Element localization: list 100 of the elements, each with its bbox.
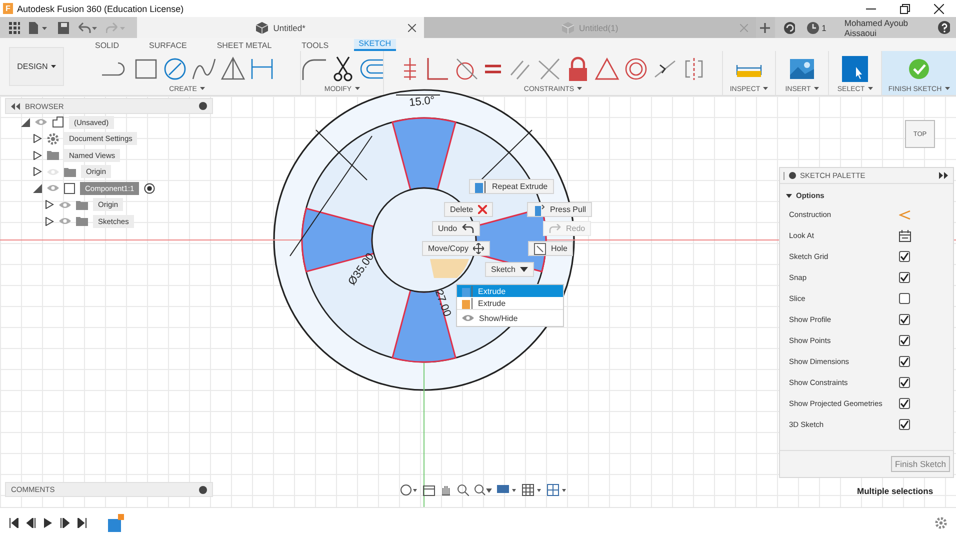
zoom-icon[interactable] bbox=[457, 484, 469, 496]
checkbox[interactable] bbox=[899, 398, 910, 409]
menu-command[interactable]: Delete bbox=[444, 202, 494, 217]
component-icon bbox=[64, 182, 75, 194]
menu-command[interactable]: Move/Copy bbox=[422, 241, 490, 256]
move-icon bbox=[473, 243, 484, 254]
job-status-icon[interactable] bbox=[784, 22, 796, 34]
checkbox[interactable] bbox=[899, 272, 910, 283]
extrude-icon bbox=[462, 286, 473, 296]
checkbox[interactable] bbox=[899, 314, 910, 325]
active-radio-icon[interactable] bbox=[144, 182, 156, 194]
status-text: Multiple selections bbox=[857, 486, 934, 496]
sketch-feature-icon[interactable] bbox=[108, 514, 124, 532]
cube-icon bbox=[255, 22, 270, 34]
expand-icon[interactable] bbox=[939, 172, 948, 179]
press-pull-icon bbox=[533, 204, 545, 216]
menu-item[interactable]: Extrude bbox=[457, 297, 563, 309]
ribbon-tab[interactable]: SHEET METAL bbox=[212, 40, 277, 51]
gear-icon bbox=[47, 132, 59, 145]
expand-toggle-icon[interactable] bbox=[45, 200, 54, 210]
settings-icon[interactable] bbox=[935, 516, 947, 528]
help-icon[interactable] bbox=[938, 21, 950, 34]
file-icon[interactable] bbox=[29, 22, 49, 34]
pin-icon[interactable] bbox=[789, 172, 796, 179]
step-forward-icon[interactable] bbox=[60, 518, 70, 528]
caret-icon bbox=[520, 267, 528, 272]
menu-command[interactable]: Repeat Extrude bbox=[469, 179, 554, 194]
pin-icon[interactable] bbox=[199, 486, 207, 494]
checkbox[interactable] bbox=[899, 293, 910, 304]
checkbox[interactable] bbox=[899, 377, 910, 388]
caret-icon bbox=[786, 194, 792, 198]
menu-item[interactable]: Extrude bbox=[457, 285, 563, 297]
pin-icon[interactable] bbox=[199, 102, 207, 110]
new-tab-button[interactable] bbox=[756, 17, 775, 38]
caret-icon bbox=[763, 87, 768, 90]
grid-settings-icon[interactable] bbox=[522, 484, 542, 496]
caret-icon bbox=[200, 87, 205, 90]
viewports-icon[interactable] bbox=[547, 484, 567, 496]
checkbox[interactable] bbox=[899, 419, 910, 430]
document-icon bbox=[52, 116, 64, 128]
expand-toggle-icon[interactable] bbox=[33, 134, 42, 144]
menu-item[interactable]: Show/Hide bbox=[457, 309, 563, 326]
plus-icon bbox=[760, 22, 770, 32]
select-icon[interactable] bbox=[841, 54, 869, 83]
orbit-icon[interactable] bbox=[400, 484, 418, 496]
clock-icon[interactable] bbox=[807, 22, 819, 34]
profile-region[interactable] bbox=[392, 289, 456, 363]
menu-command[interactable]: Press Pull bbox=[527, 202, 592, 217]
redo-arrow-icon bbox=[549, 224, 561, 234]
skip-to-end-icon[interactable] bbox=[77, 518, 87, 528]
save-icon[interactable] bbox=[58, 22, 69, 34]
look-at-icon[interactable] bbox=[423, 484, 435, 496]
folder-icon bbox=[76, 200, 88, 210]
caret-icon bbox=[50, 65, 56, 68]
calendar-icon[interactable] bbox=[899, 230, 911, 242]
display-settings-icon[interactable] bbox=[497, 484, 517, 496]
caret-icon bbox=[944, 87, 950, 90]
expand-toggle-icon[interactable] bbox=[33, 150, 42, 160]
document-tab[interactable]: Untitled* bbox=[137, 17, 424, 38]
expand-toggle-icon[interactable] bbox=[33, 184, 42, 193]
extrude-icon bbox=[475, 180, 487, 192]
expand-toggle-icon[interactable] bbox=[33, 167, 42, 176]
checkbox[interactable] bbox=[899, 356, 910, 367]
ribbon-tab[interactable]: SOLID bbox=[90, 40, 124, 51]
scissors-icon[interactable] bbox=[331, 54, 355, 83]
profile-region[interactable] bbox=[430, 259, 469, 278]
dimension-label: 27.00 bbox=[432, 288, 454, 318]
menu-command[interactable]: Sketch bbox=[485, 262, 534, 277]
app-logo: F bbox=[3, 3, 13, 14]
undo-arrow-icon bbox=[462, 224, 474, 234]
cube-icon bbox=[560, 22, 575, 34]
user-name[interactable]: Mohamed Ayoub Aissaoui bbox=[844, 18, 938, 38]
menu-command[interactable]: Hole bbox=[528, 241, 574, 256]
expand-toggle-icon[interactable] bbox=[21, 118, 30, 127]
close-icon[interactable] bbox=[408, 24, 416, 32]
checkbox[interactable] bbox=[899, 335, 910, 346]
ribbon-tab[interactable]: SURFACE bbox=[144, 40, 192, 51]
folder-icon bbox=[64, 166, 76, 177]
workspace-dropdown[interactable]: DESIGN bbox=[9, 47, 64, 86]
apps-grid-icon[interactable] bbox=[9, 22, 20, 34]
close-icon[interactable] bbox=[934, 4, 944, 14]
folder-icon bbox=[47, 150, 59, 160]
finish-sketch-button[interactable]: Finish Sketch bbox=[890, 456, 950, 472]
zoom-window-icon[interactable] bbox=[474, 484, 492, 496]
window-title: Autodesk Fusion 360 (Education License) bbox=[17, 4, 184, 14]
undo-icon[interactable] bbox=[78, 22, 98, 34]
caret-icon bbox=[868, 87, 873, 90]
pan-hand-icon[interactable] bbox=[440, 484, 452, 496]
close-icon bbox=[478, 205, 488, 214]
menu-command[interactable]: Undo bbox=[432, 221, 480, 236]
notification-count: 1 bbox=[822, 22, 826, 32]
collapse-icon[interactable] bbox=[11, 102, 20, 110]
restore-icon[interactable] bbox=[900, 4, 910, 14]
checkbox[interactable] bbox=[899, 251, 910, 262]
ribbon-tab[interactable]: TOOLS bbox=[296, 40, 334, 51]
expand-toggle-icon[interactable] bbox=[45, 216, 54, 226]
skip-to-start-icon[interactable] bbox=[9, 518, 19, 528]
step-back-icon[interactable] bbox=[26, 518, 36, 528]
eye-icon bbox=[462, 314, 474, 322]
play-icon[interactable] bbox=[43, 518, 53, 528]
